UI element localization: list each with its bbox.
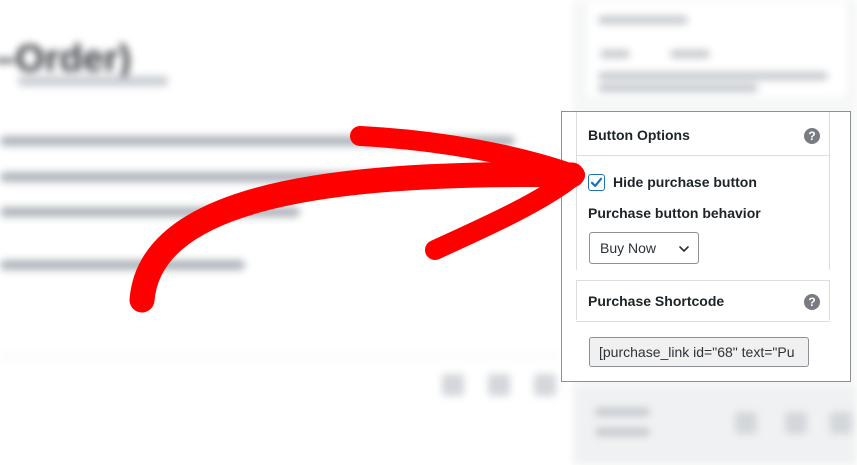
red-arrow-annotation <box>129 126 585 313</box>
